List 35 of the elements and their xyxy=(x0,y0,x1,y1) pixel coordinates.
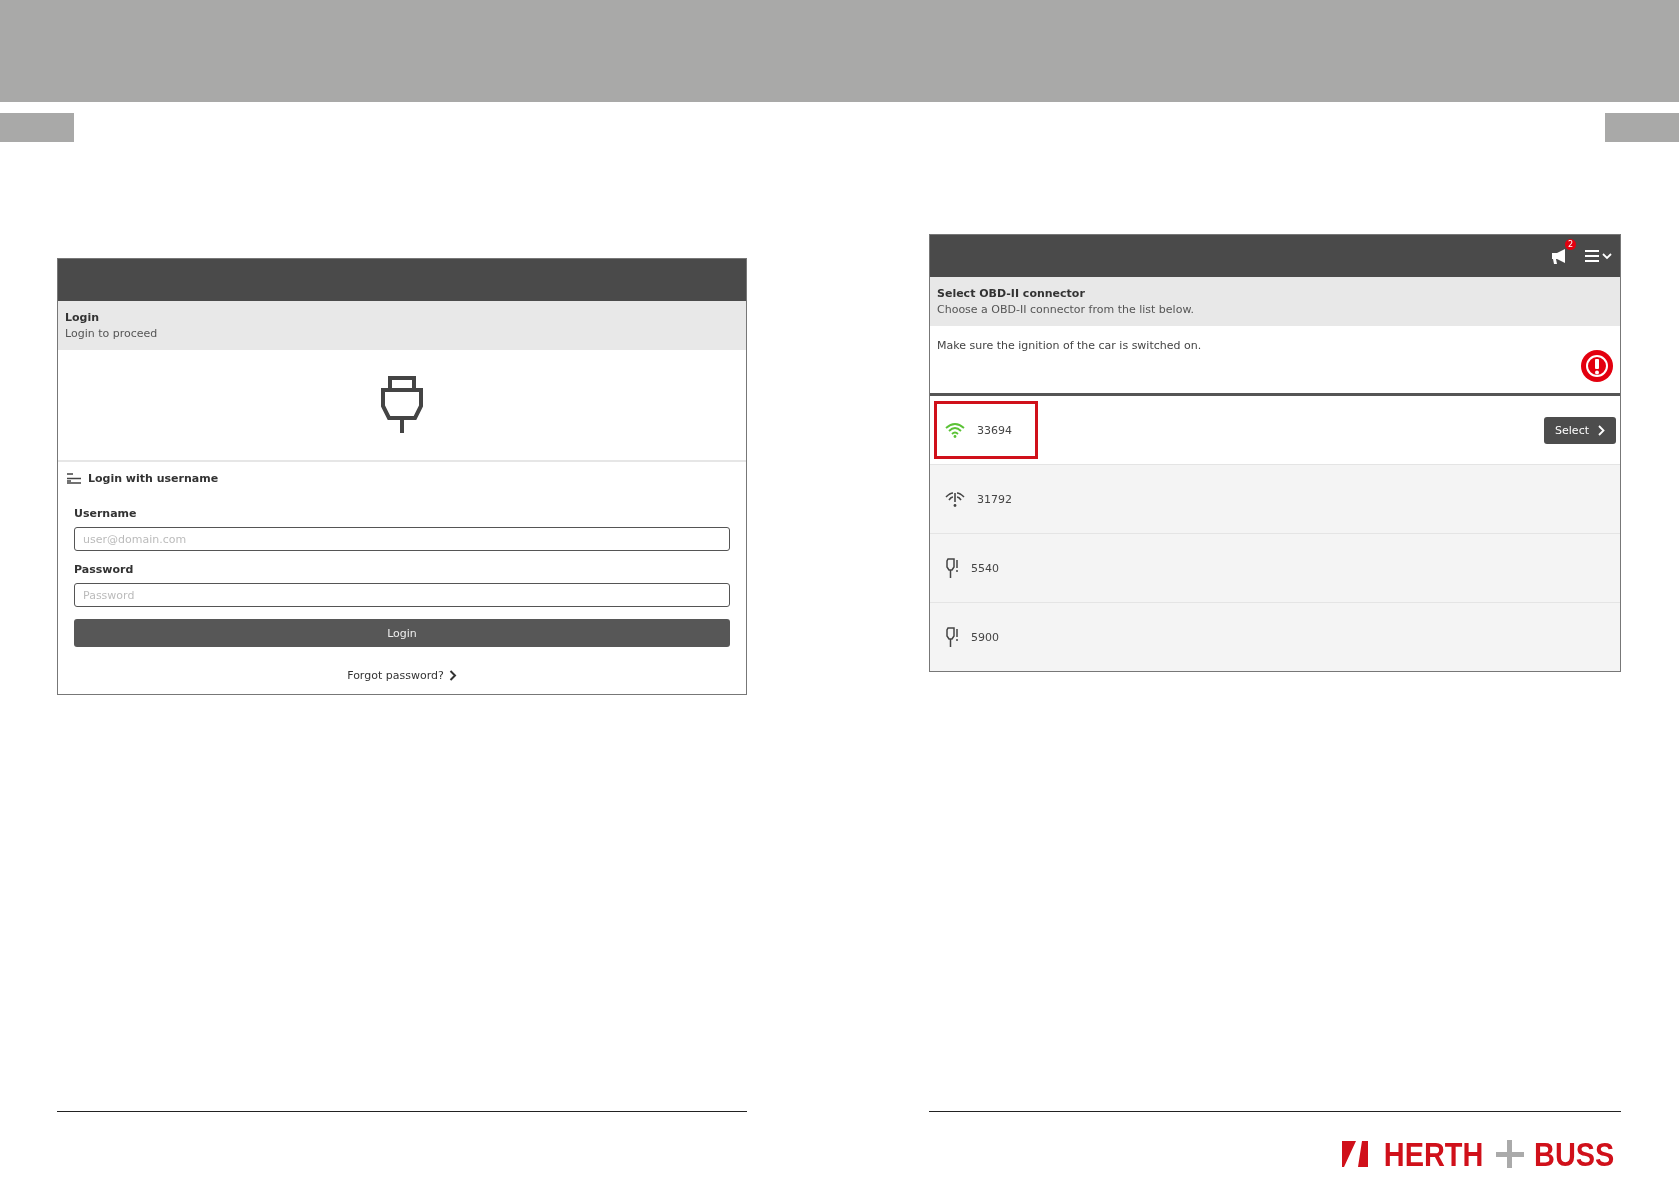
section-title: Login with username xyxy=(88,472,219,485)
wifi-icon xyxy=(945,422,965,438)
screen-title: Select OBD-II connector xyxy=(937,287,1086,300)
warning-icon xyxy=(1580,349,1614,383)
select-button[interactable]: Select xyxy=(1544,416,1616,444)
screen-subtitle: Choose a OBD-II connector from the list below. xyxy=(937,303,1195,316)
logo-plus-icon xyxy=(1495,1140,1524,1168)
connector-id: 33694 xyxy=(977,423,1012,437)
text-field[interactable]: user@domain.com xyxy=(74,527,730,551)
field-label: Username xyxy=(74,507,138,520)
screen-title: Login xyxy=(65,311,101,324)
notice-text: Make sure the ignition of the car is switched on. xyxy=(937,339,1202,352)
screen-subtitle: Login to proceed xyxy=(65,327,159,340)
menu-icon[interactable] xyxy=(1584,249,1614,263)
login-button[interactable]: Login xyxy=(74,619,730,647)
cable-icon xyxy=(945,557,959,579)
logo-mark-icon xyxy=(1342,1141,1369,1167)
chevron-right-icon xyxy=(1598,424,1605,436)
forgot-password-link[interactable]: Forgot password? xyxy=(347,669,444,682)
wifi-off-icon xyxy=(945,491,965,507)
list-icon xyxy=(67,473,81,484)
cable-icon xyxy=(945,626,959,648)
connector-id: 5900 xyxy=(971,630,999,644)
connector-row[interactable]: 5900 xyxy=(930,602,1620,671)
connector-row[interactable]: 31792 xyxy=(930,464,1620,533)
connector-id: 31792 xyxy=(977,492,1012,506)
plug-icon xyxy=(381,376,423,434)
logo-text: BUSS xyxy=(1533,1137,1614,1171)
chevron-right-icon xyxy=(448,670,457,681)
connector-id: 5540 xyxy=(971,561,999,575)
connector-row[interactable]: 5540 xyxy=(930,533,1620,602)
text-field[interactable]: Password xyxy=(74,583,730,607)
notification-badge: 2 xyxy=(1565,239,1576,250)
logo-text: HERTH xyxy=(1384,1137,1484,1171)
field-label: Password xyxy=(74,563,135,576)
